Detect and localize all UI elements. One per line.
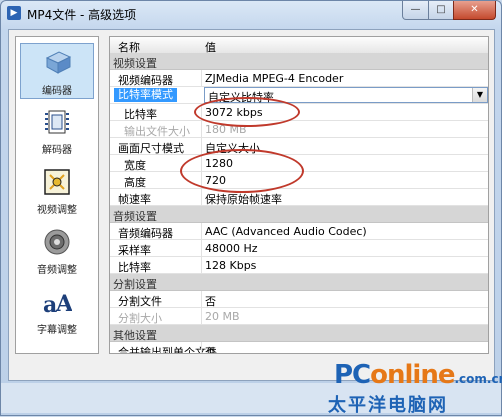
property-row[interactable]: 视频编码器 ZJMedia MPEG-4 Encoder [110, 70, 488, 87]
category-row[interactable]: 视频设置 [110, 53, 488, 70]
property-name: 分割大小 [118, 312, 162, 325]
property-row[interactable]: 音频编码器 AAC (Advanced Audio Codec) [110, 223, 488, 240]
title-bar[interactable]: ▶ MP4文件 - 高级选项 — □ ✕ [1, 1, 501, 27]
category-sidebar: 编码器 解码器 视频调整 音频调整 a A 字幕调整 [15, 36, 99, 354]
svg-text:A: A [55, 291, 72, 317]
chevron-down-icon[interactable]: ▼ [472, 88, 487, 102]
property-value[interactable]: 否 [205, 293, 216, 309]
property-name: 画面尺寸模式 [118, 142, 184, 155]
annotation-oval-size [180, 149, 304, 193]
property-name: 比特率 [124, 108, 157, 121]
watermark-cn: 太平洋电脑网 [328, 395, 448, 416]
property-name: 合并输出到单个文件 [118, 346, 217, 354]
property-value[interactable]: 48000 Hz [205, 242, 258, 255]
minimize-button[interactable]: — [402, 1, 429, 20]
close-button[interactable]: ✕ [453, 1, 496, 20]
dialog-body: 编码器 解码器 视频调整 音频调整 a A 字幕调整 名称 值 视频设置 视频编… [8, 29, 495, 381]
property-name: 视频编码器 [118, 74, 173, 87]
property-value[interactable]: ZJMedia MPEG-4 Encoder [205, 72, 343, 85]
property-row: 输出文件大小 180 MB [110, 121, 488, 138]
category-label: 音频设置 [113, 210, 157, 223]
category-label: 其他设置 [113, 329, 157, 342]
annotation-oval-bitrate [194, 97, 300, 127]
property-row[interactable]: 帧速率 保持原始帧速率 [110, 189, 488, 206]
property-name: 音频编码器 [118, 227, 173, 240]
window-title: MP4文件 - 高级选项 [27, 8, 137, 22]
property-value[interactable]: 保持原始帧速率 [205, 191, 282, 207]
property-value[interactable]: 否 [205, 344, 216, 353]
sidebar-item-label: 字幕调整 [37, 325, 77, 336]
sidebar-item-label: 视频调整 [37, 205, 77, 216]
sidebar-item-decoder[interactable]: 解码器 [20, 103, 94, 159]
property-name: 分割文件 [118, 295, 162, 308]
property-name: 高度 [124, 176, 146, 189]
category-row[interactable]: 音频设置 [110, 206, 488, 223]
category-row[interactable]: 分割设置 [110, 274, 488, 291]
grid-header: 名称 值 [110, 37, 488, 54]
subtitle-adjust-icon: a A [43, 291, 72, 317]
audio-adjust-icon [44, 229, 70, 255]
video-adjust-icon [44, 169, 70, 195]
category-row[interactable]: 其他设置 [110, 325, 488, 342]
property-name: 帧速率 [118, 193, 151, 206]
sidebar-item-label: 编码器 [42, 86, 72, 97]
app-icon: ▶ [7, 6, 21, 20]
watermark-brand: PConline.com.cn [334, 360, 502, 390]
sidebar-item-label: 解码器 [42, 145, 72, 156]
property-row-selected[interactable]: 比特率模式 自定义比特率 ▼ [110, 87, 488, 104]
maximize-button[interactable]: □ [428, 1, 454, 20]
property-row[interactable]: 采样率 48000 Hz [110, 240, 488, 257]
property-value[interactable]: 128 Kbps [205, 259, 256, 272]
property-name: 比特率 [118, 261, 151, 274]
site-watermark-logo: PConline.com.cn 太平洋电脑网 [318, 352, 502, 416]
property-name: 比特率模式 [114, 88, 177, 102]
category-label: 视频设置 [113, 57, 157, 70]
decoder-icon [45, 110, 69, 134]
property-row: 分割大小 20 MB [110, 308, 488, 325]
property-value[interactable]: AAC (Advanced Audio Codec) [205, 225, 367, 238]
sidebar-item-encoder[interactable]: 编码器 [20, 43, 94, 99]
property-name: 采样率 [118, 244, 151, 257]
property-row[interactable]: 分割文件 否 [110, 291, 488, 308]
sidebar-item-audio-adjust[interactable]: 音频调整 [20, 223, 94, 279]
property-name: 宽度 [124, 159, 146, 172]
property-row[interactable]: 画面尺寸模式 自定义大小 [110, 138, 488, 155]
category-label: 分割设置 [113, 278, 157, 291]
sidebar-item-video-adjust[interactable]: 视频调整 [20, 163, 94, 219]
property-value: 20 MB [205, 310, 240, 323]
sidebar-item-label: 音频调整 [37, 265, 77, 276]
property-row[interactable]: 比特率 128 Kbps [110, 257, 488, 274]
sidebar-item-subtitle-adjust[interactable]: a A 字幕调整 [20, 283, 94, 339]
encoder-icon [45, 51, 72, 74]
property-name: 输出文件大小 [124, 125, 190, 138]
property-grid: 名称 值 视频设置 视频编码器 ZJMedia MPEG-4 Encoder 比特… [109, 36, 489, 354]
